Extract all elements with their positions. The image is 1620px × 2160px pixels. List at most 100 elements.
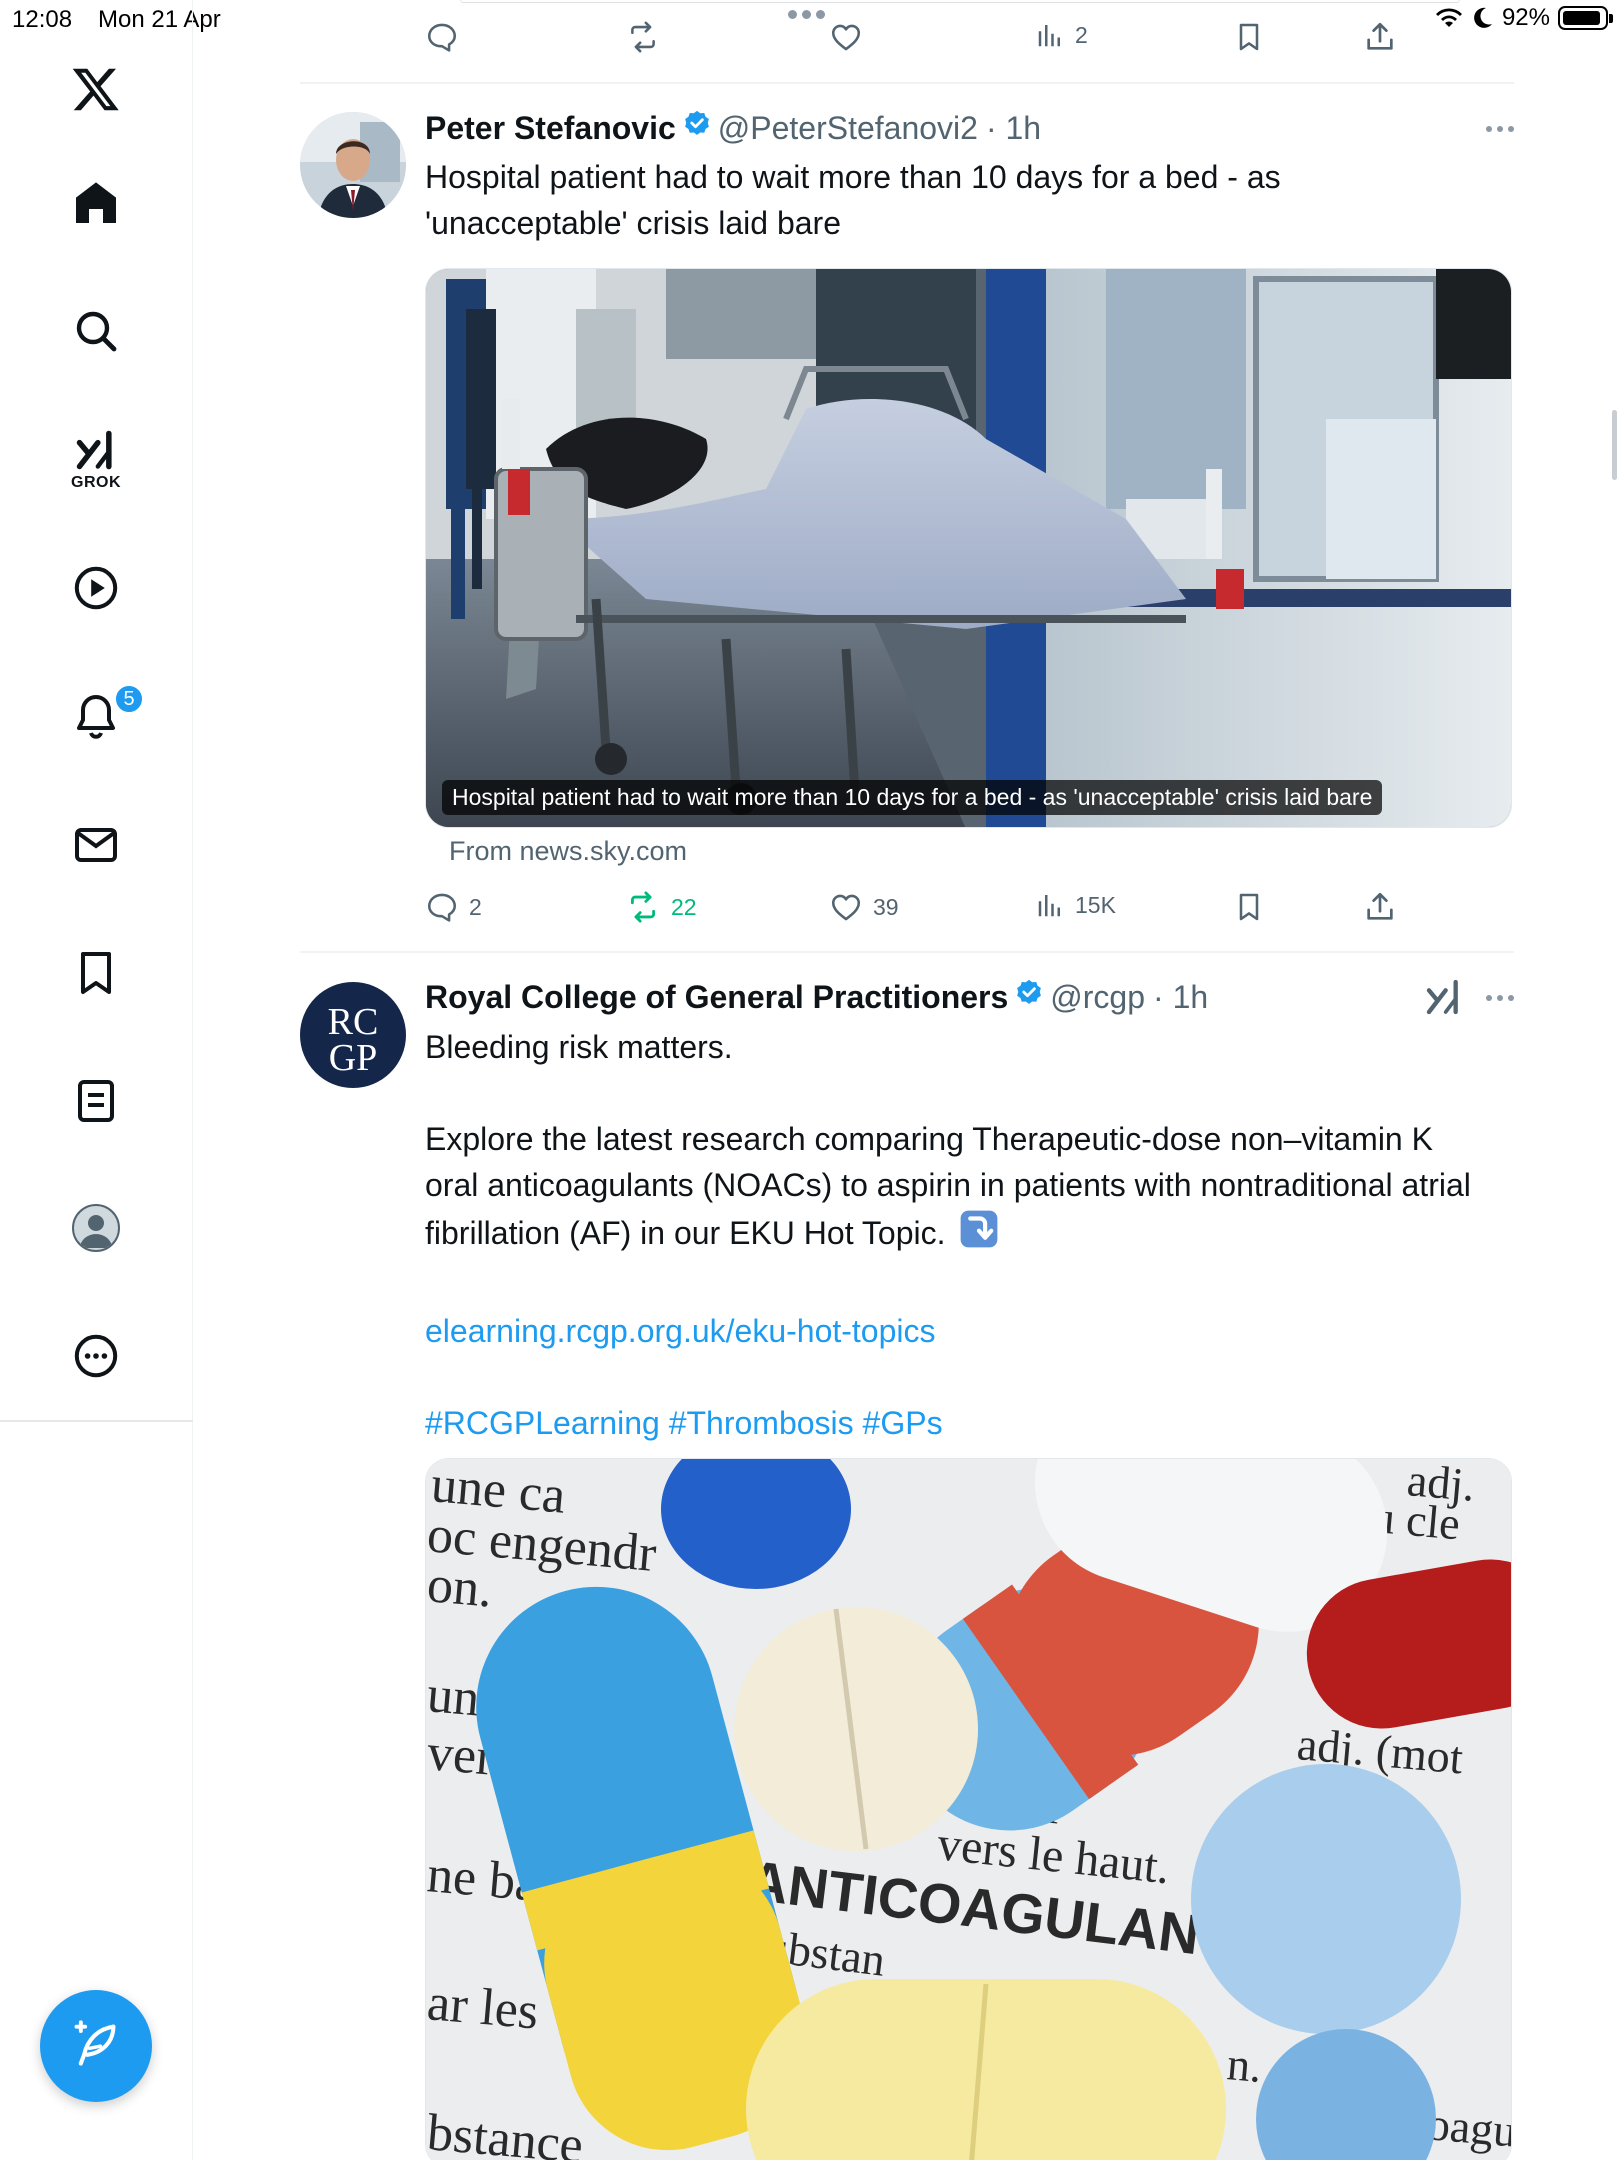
tweet-actions: 2 22 39 15K [425,890,1445,934]
handle[interactable]: @PeterStefanovi2 [718,110,978,147]
like-button[interactable]: 39 [829,890,899,924]
avatar[interactable]: RC GP [300,982,406,1088]
hospital-corridor-image [426,269,1511,827]
list-icon [72,1077,120,1125]
avatar-text-gp: GP [329,1037,378,1079]
share-icon [1363,890,1397,924]
reply-icon [425,20,459,54]
sidebar-item-bookmarks[interactable] [72,949,120,997]
compose-feather-icon [70,2018,122,2075]
avatar-icon [72,1204,120,1252]
repost-icon [625,890,661,924]
mail-icon [72,821,120,869]
image-word: oagu [1425,2098,1512,2157]
more-circle-icon [72,1332,120,1380]
tweet-text: Hospital patient had to wait more than 1… [425,159,1281,241]
timestamp[interactable]: · 1h [986,110,1041,147]
more-options-icon[interactable] [1486,126,1514,132]
battery-level [1563,11,1600,25]
tweet-body: Bleeding risk matters. Explore the lates… [425,1024,1485,1446]
repost-button[interactable]: 22 [625,890,697,924]
image-word: n. [1225,2038,1264,2092]
bookmark-icon [1233,20,1265,54]
tweet-paragraph: Explore the latest research comparing Th… [425,1116,1485,1262]
arrow-down-emoji-icon [958,1208,1000,1262]
tweet-image[interactable]: une ca oc engendr on. un vers ne ba ar l… [425,1458,1512,2160]
left-sidebar: GROK 5 [0,0,193,2160]
x-logo-icon[interactable] [70,64,122,114]
share-button[interactable] [1363,890,1397,924]
bookmark-icon [72,949,120,997]
notification-badge: 5 [114,684,144,714]
home-icon [72,179,120,227]
like-button[interactable] [829,20,863,54]
repost-count: 22 [671,893,697,920]
tweet-line-1: Bleeding risk matters. [425,1029,733,1065]
bookmark-button[interactable] [1233,890,1265,924]
sidebar-item-lists[interactable] [72,1077,120,1125]
display-name[interactable]: Royal College of General Practitioners [425,979,1008,1016]
sidebar-item-explore[interactable] [72,307,120,355]
reply-button[interactable] [425,20,459,54]
link-source[interactable]: From news.sky.com [449,836,687,867]
grok-label: GROK [71,474,121,491]
previous-tweet-actions: 2 [425,20,1445,64]
views-button[interactable]: 2 [1035,20,1088,50]
heart-icon [829,20,863,54]
timestamp[interactable]: · 1h [1153,979,1208,1016]
compose-button[interactable] [40,1990,152,2102]
verified-badge-icon [682,109,712,147]
tweet-hashtags[interactable]: #RCGPLearning #Thrombosis #GPs [425,1400,1485,1446]
anticoagulant-pills-image: une ca oc engendr on. un vers ne ba ar l… [426,1459,1512,2160]
views-button[interactable]: 15K [1035,890,1116,920]
sidebar-item-video[interactable] [72,564,120,612]
scroll-indicator[interactable] [1612,410,1617,480]
views-icon [1035,20,1065,50]
tweet-link[interactable]: elearning.rcgp.org.uk/eku-hot-topics [425,1308,1485,1354]
sidebar-item-home[interactable] [72,179,120,227]
tweet-divider [300,82,1514,84]
bell-icon: 5 [72,684,144,740]
grok-explain-icon[interactable] [1424,977,1464,1025]
verified-badge-icon [1014,978,1044,1016]
like-count: 39 [873,893,899,920]
media-caption: Hospital patient had to wait more than 1… [442,780,1383,815]
more-options-icon[interactable] [1486,995,1514,1001]
search-icon [72,307,120,355]
tweet-divider [300,951,1514,953]
tweet-header: Royal College of General Practitioners @… [425,975,1514,1019]
views-count: 2 [1075,21,1088,48]
share-button[interactable] [1363,20,1397,54]
grok-icon [73,428,119,472]
views-count: 15K [1075,891,1116,918]
sidebar-item-notifications[interactable]: 5 [72,684,144,740]
views-icon [1035,890,1065,920]
repost-icon [625,20,661,54]
bookmark-button[interactable] [1233,20,1265,54]
reply-icon [425,890,459,924]
play-icon [72,564,120,612]
image-word: ar les [426,1974,541,2040]
reply-button[interactable]: 2 [425,890,482,924]
sidebar-item-profile[interactable] [72,1204,120,1252]
share-icon [1363,20,1397,54]
previous-tweet-more-icon[interactable] [788,10,825,19]
tweet-paragraph-text: Explore the latest research comparing Th… [425,1121,1471,1251]
reply-count: 2 [469,893,482,920]
sidebar-item-grok[interactable]: GROK [71,428,121,492]
image-word: un [426,1666,482,1727]
battery-icon [1558,6,1613,30]
display-name[interactable]: Peter Stefanovic [425,110,676,147]
link-card-image[interactable]: Hospital patient had to wait more than 1… [425,268,1512,828]
sidebar-item-more[interactable] [72,1332,120,1380]
repost-button[interactable] [625,20,661,54]
sidebar-item-messages[interactable] [72,821,120,869]
tweet-header: Peter Stefanovic @PeterStefanovi2 · 1h [425,106,1514,150]
handle[interactable]: @rcgp [1050,979,1145,1016]
previous-tweet-card-edge [460,0,1460,3]
heart-icon [829,890,863,924]
bookmark-icon [1233,890,1265,924]
avatar[interactable] [300,112,406,218]
timeline-feed: 2 Peter Stefanovic @PeterStefanovi2 · 1h… [300,0,1514,2160]
sidebar-divider [0,1420,193,1422]
